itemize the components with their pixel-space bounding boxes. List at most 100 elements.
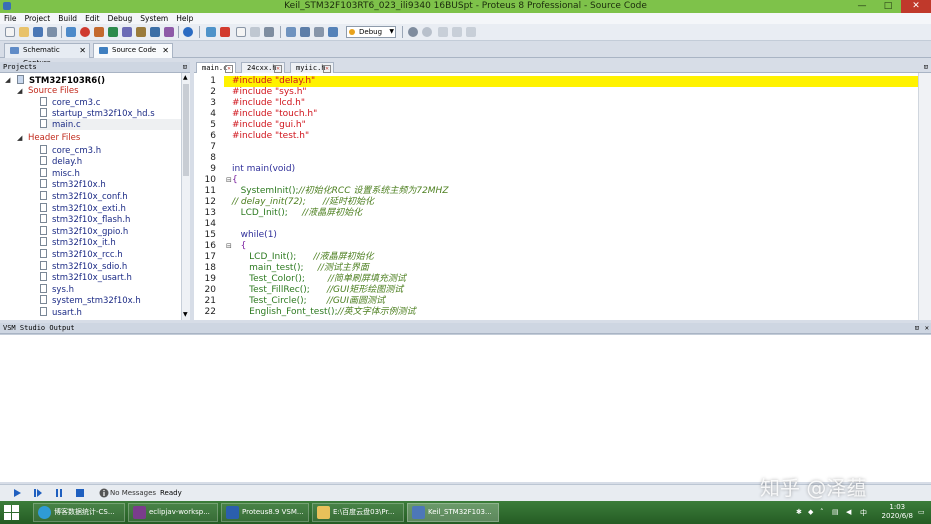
- tree-file[interactable]: sys.h: [40, 284, 74, 295]
- input-method-icon[interactable]: 中: [860, 508, 867, 518]
- design-explorer-icon[interactable]: [136, 27, 146, 37]
- tree-file[interactable]: core_cm3.h: [40, 145, 101, 156]
- menu-edit[interactable]: Edit: [85, 13, 100, 24]
- code-line[interactable]: Test_FillRec(); //GUI矩形绘图测试: [232, 285, 403, 296]
- tree-file[interactable]: stm32f10x_sdio.h: [40, 261, 127, 272]
- pin-icon[interactable]: ⊡: [915, 323, 919, 334]
- project-settings-icon[interactable]: [328, 27, 338, 37]
- vsm-output-panel[interactable]: [0, 334, 931, 482]
- open-folder-icon[interactable]: [19, 27, 29, 37]
- taskbar-item-eclipse[interactable]: eclipjav-worksp...: [128, 503, 218, 522]
- save-icon[interactable]: [33, 27, 43, 37]
- menu-build[interactable]: Build: [58, 13, 77, 24]
- fold-icon[interactable]: ⊟: [226, 241, 232, 252]
- code-line[interactable]: #include "lcd.h": [232, 98, 305, 109]
- close-tab-icon[interactable]: ✕: [79, 44, 86, 57]
- tree-file[interactable]: misc.h: [40, 168, 80, 179]
- taskbar-item-explorer[interactable]: E:\百度云盘03\Pr...: [312, 503, 404, 522]
- stop-icon[interactable]: [75, 488, 85, 498]
- copy-disabled-icon[interactable]: [452, 27, 462, 37]
- step-icon[interactable]: [33, 488, 43, 498]
- collapse-icon[interactable]: ◢: [17, 86, 22, 97]
- gerber-icon[interactable]: [122, 27, 132, 37]
- tree-file[interactable]: usart.h: [40, 307, 82, 318]
- bluetooth-icon[interactable]: ✱: [796, 508, 802, 516]
- tree-file[interactable]: core_cm3.c: [40, 97, 100, 108]
- close-tab-icon[interactable]: ✕: [225, 65, 233, 73]
- taskbar-item-word[interactable]: Proteus8.9 VSM...: [221, 503, 309, 522]
- paste-icon[interactable]: [264, 27, 274, 37]
- tree-folder-source-files[interactable]: Source Files: [28, 86, 79, 97]
- close-pane-icon[interactable]: ✕: [925, 323, 929, 334]
- code-line[interactable]: while(1): [232, 230, 277, 241]
- redo-icon[interactable]: [422, 27, 432, 37]
- code-line[interactable]: // delay_init(72); //延时初始化: [232, 197, 374, 208]
- cut-icon[interactable]: [438, 27, 448, 37]
- stop-icon[interactable]: [80, 27, 90, 37]
- project-tree-scrollbar[interactable]: ▲ ▼: [181, 73, 190, 320]
- new-document-icon[interactable]: [236, 27, 246, 37]
- rebuild-icon[interactable]: [300, 27, 310, 37]
- scroll-up-icon[interactable]: ▲: [183, 74, 188, 81]
- tree-file[interactable]: stm32f10x_rcc.h: [40, 249, 123, 260]
- code-line[interactable]: {: [232, 241, 247, 252]
- clean-icon[interactable]: [314, 27, 324, 37]
- tree-file[interactable]: startup_stm32f10x_hd.s: [40, 108, 155, 119]
- windows-start-icon[interactable]: [4, 505, 20, 520]
- source-code-icon[interactable]: [164, 27, 174, 37]
- code-line[interactable]: LCD_Init(); //液晶屏初始化: [232, 208, 363, 219]
- tray-expand-icon[interactable]: ˄: [820, 508, 824, 516]
- tab-schematic-capture[interactable]: Schematic Capture ✕: [4, 43, 90, 67]
- menu-help[interactable]: Help: [176, 13, 193, 24]
- code-line[interactable]: SystemInit();//初始化RCC 设置系统主频为72MHZ: [232, 186, 449, 197]
- pin-icon[interactable]: ⊡: [183, 62, 187, 73]
- tree-file-selected[interactable]: main.c: [40, 119, 181, 130]
- menu-project[interactable]: Project: [25, 13, 51, 24]
- code-line[interactable]: English_Font_test();//英文字体示例测试: [232, 307, 416, 318]
- maximize-button[interactable]: □: [875, 0, 901, 13]
- code-line[interactable]: int main(void): [232, 164, 295, 175]
- schematic-icon[interactable]: [94, 27, 104, 37]
- code-line[interactable]: #include "touch.h": [232, 109, 317, 120]
- menu-file[interactable]: File: [4, 13, 17, 24]
- taskbar-item-browser[interactable]: 博客数据统计-CS...: [33, 503, 125, 522]
- network-icon[interactable]: ▤: [832, 508, 839, 516]
- close-tab-icon[interactable]: ✕: [274, 65, 282, 73]
- pcb-layout-icon[interactable]: [108, 27, 118, 37]
- print-icon[interactable]: [47, 27, 57, 37]
- tree-file[interactable]: stm32f10x_flash.h: [40, 214, 130, 225]
- tree-file[interactable]: system_stm32f10x.h: [40, 295, 141, 306]
- tree-folder-header-files[interactable]: Header Files: [28, 133, 80, 144]
- messages-status[interactable]: No Messages: [110, 487, 156, 499]
- tree-root-project[interactable]: STM32F103R6(): [17, 75, 105, 86]
- minimize-button[interactable]: —: [849, 0, 875, 13]
- tree-file[interactable]: stm32f10x_gpio.h: [40, 226, 128, 237]
- editor-scrollbar[interactable]: [918, 73, 931, 320]
- fold-icon[interactable]: ⊟: [226, 175, 232, 186]
- tree-file[interactable]: stm32f10x_conf.h: [40, 191, 128, 202]
- code-line[interactable]: Test_Color(); //简单刷屏填充测试: [232, 274, 406, 285]
- copy-icon[interactable]: [250, 27, 260, 37]
- new-file-icon[interactable]: [5, 27, 15, 37]
- menu-system[interactable]: System: [140, 13, 168, 24]
- code-line[interactable]: #include "sys.h": [232, 87, 307, 98]
- delete-icon[interactable]: [220, 27, 230, 37]
- tree-file[interactable]: delay.h: [40, 156, 82, 167]
- close-tab-icon[interactable]: ✕: [323, 65, 331, 73]
- play-icon[interactable]: [12, 488, 22, 498]
- undo-icon[interactable]: [408, 27, 418, 37]
- tree-file[interactable]: stm32f10x.h: [40, 179, 106, 190]
- security-icon[interactable]: ◆: [808, 508, 813, 516]
- code-editor[interactable]: 1 2 3 4 5 6 7 8 9 10 11 12 13 14 15 16 17 18 19 20 21 22 ⊟ ⊟ …: [194, 73, 931, 320]
- menu-debug[interactable]: Debug: [108, 13, 133, 24]
- taskbar-item-proteus[interactable]: Keil_STM32F103...: [407, 503, 499, 522]
- notification-icon[interactable]: ▭: [918, 508, 925, 516]
- scroll-down-icon[interactable]: ▼: [183, 311, 188, 318]
- collapse-icon[interactable]: ◢: [17, 133, 22, 144]
- paste-disabled-icon[interactable]: [466, 27, 476, 37]
- help-icon[interactable]: [183, 27, 193, 37]
- code-line[interactable]: main_test(); //测试主界面: [232, 263, 369, 274]
- build-config-select[interactable]: Debug ▼: [346, 26, 396, 38]
- code-line[interactable]: {: [232, 175, 238, 186]
- refresh-icon[interactable]: [206, 27, 216, 37]
